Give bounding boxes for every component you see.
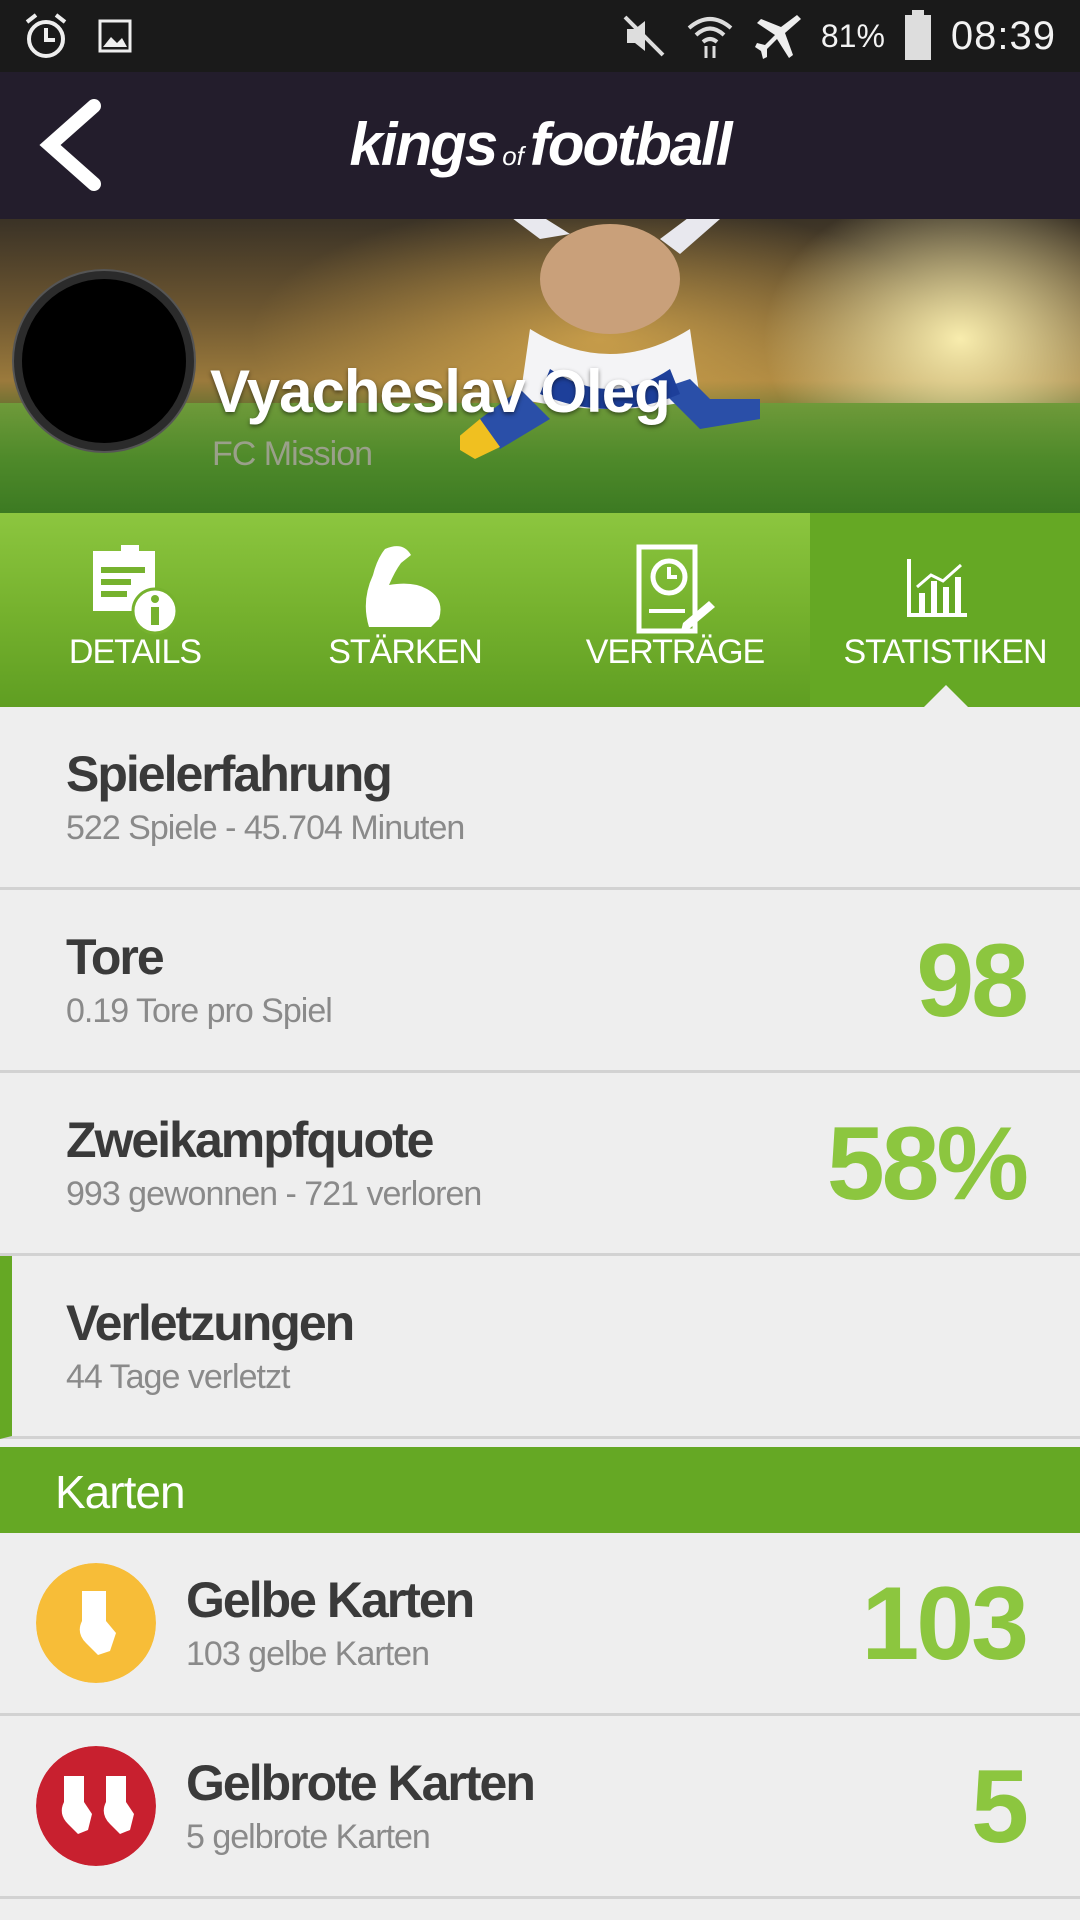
stat-value: 98 (916, 923, 1029, 1039)
stat-row-experience: Spielerfahrung 522 Spiele - 45.704 Minut… (0, 707, 1080, 890)
alarm-clock-icon (25, 13, 67, 58)
card-value: 103 (861, 1566, 1029, 1682)
strength-icon (365, 546, 441, 627)
tab-staerken-label: STÄRKEN (328, 633, 483, 671)
statistics-icon (907, 559, 967, 617)
active-tab-indicator (924, 685, 968, 707)
app-logo: kings of football (0, 110, 1080, 179)
tab-details[interactable]: DETAILS (0, 513, 270, 707)
details-icon (93, 545, 179, 635)
stat-value: 58% (826, 1106, 1029, 1222)
logo-football: football (529, 111, 733, 178)
tab-statistiken[interactable]: STATISTIKEN (810, 513, 1080, 707)
stat-row-duels: Zweikampfquote 993 gewonnen - 721 verlor… (0, 1073, 1080, 1256)
card-row-yellow-red: Gelbrote Karten 5 gelbrote Karten 5 (0, 1716, 1080, 1899)
battery-icon (904, 10, 931, 60)
logo-of: of (502, 141, 524, 171)
stat-title: Spielerfahrung (66, 746, 393, 802)
stat-subtitle: 44 Tage verletzt (66, 1358, 290, 1396)
card-title: Gelbe Karten (186, 1572, 475, 1628)
player-club: FC Mission (212, 435, 373, 473)
section-title: Karten (55, 1466, 186, 1518)
tab-statistiken-label: STATISTIKEN (843, 633, 1047, 671)
cards-section-header: Karten (0, 1447, 1080, 1533)
tab-vertraege[interactable]: VERTRÄGE (540, 513, 810, 707)
stat-title: Tore (66, 929, 165, 985)
profile-header: Vyacheslav Oleg FC Mission (0, 219, 1080, 513)
stat-row-injuries[interactable]: Verletzungen 44 Tage verletzt (0, 1256, 1080, 1439)
mute-icon (623, 15, 665, 57)
tab-staerken[interactable]: STÄRKEN (270, 513, 540, 707)
status-bar: 81% 08:39 (0, 0, 1080, 72)
app-bar: kings of football (0, 72, 1080, 219)
stat-title: Zweikampfquote (66, 1112, 434, 1168)
stat-row-goals: Tore 0.19 Tore pro Spiel 98 (0, 890, 1080, 1073)
tab-vertraege-label: VERTRÄGE (585, 633, 765, 671)
card-row-yellow: Gelbe Karten 103 gelbe Karten 103 (0, 1533, 1080, 1716)
image-icon (98, 19, 132, 53)
avatar (14, 271, 194, 451)
yellow-red-card-icon (36, 1746, 156, 1866)
airplane-mode-icon (754, 15, 801, 59)
player-name: Vyacheslav Oleg (210, 358, 671, 425)
card-subtitle: 5 gelbrote Karten (186, 1818, 431, 1856)
tab-details-label: DETAILS (68, 633, 202, 671)
battery-percent: 81% (820, 17, 885, 54)
stat-subtitle: 993 gewonnen - 721 verloren (66, 1175, 482, 1213)
stat-subtitle: 522 Spiele - 45.704 Minuten (66, 809, 465, 847)
card-value: 5 (971, 1749, 1029, 1865)
card-title: Gelbrote Karten (186, 1755, 536, 1811)
yellow-card-icon (36, 1563, 156, 1683)
stat-title: Verletzungen (66, 1295, 355, 1351)
tab-bar: DETAILS STÄRKEN VERTRÄGE STATISTIKEN (0, 513, 1080, 707)
wifi-icon (687, 17, 733, 58)
logo-kings: kings (349, 111, 498, 178)
stat-subtitle: 0.19 Tore pro Spiel (66, 992, 333, 1030)
card-subtitle: 103 gelbe Karten (186, 1635, 430, 1673)
contract-icon (636, 544, 715, 634)
clock-time: 08:39 (950, 13, 1056, 58)
